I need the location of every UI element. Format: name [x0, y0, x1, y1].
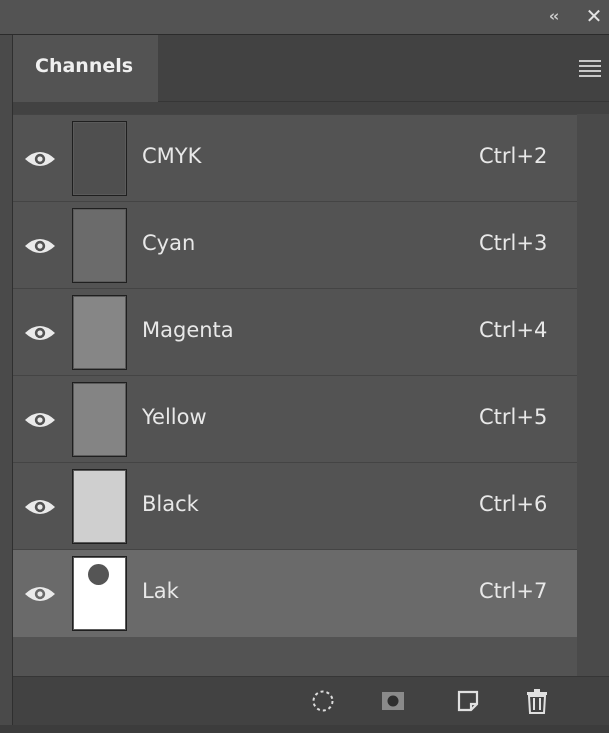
channel-shortcut: Ctrl+7	[479, 579, 548, 603]
new-page-icon	[457, 690, 479, 712]
channel-row-lak[interactable]: Lak Ctrl+7	[13, 549, 577, 637]
collapse-panel-button[interactable]: ‹‹	[541, 6, 565, 26]
channel-shortcut: Ctrl+5	[479, 405, 548, 429]
channel-name: Lak	[142, 579, 179, 603]
eye-icon[interactable]	[24, 149, 56, 169]
channel-toolbar	[13, 676, 609, 726]
channel-thumbnail	[72, 469, 127, 544]
channel-name: Yellow	[142, 405, 207, 429]
panel-tab-row: Channels	[13, 35, 609, 102]
dotted-circle-icon	[312, 690, 334, 712]
channel-thumbnail	[72, 382, 127, 457]
save-selection-button[interactable]	[379, 687, 407, 715]
channel-shortcut: Ctrl+6	[479, 492, 548, 516]
channel-name: Black	[142, 492, 199, 516]
tab-channels-label: Channels	[35, 55, 134, 77]
delete-channel-button[interactable]	[523, 687, 551, 715]
trash-icon	[527, 689, 547, 714]
channel-name: Cyan	[142, 231, 196, 255]
eye-icon[interactable]	[24, 323, 56, 343]
tab-channels[interactable]: Channels	[13, 35, 158, 102]
channel-shortcut: Ctrl+3	[479, 231, 548, 255]
channel-row-black[interactable]: Black Ctrl+6	[13, 462, 577, 550]
eye-icon[interactable]	[24, 584, 56, 604]
eye-icon[interactable]	[24, 410, 56, 430]
scrollbar[interactable]	[577, 114, 609, 676]
channel-list: CMYK Ctrl+2 Cyan Ctrl+3 Magenta Ctrl+4 Y…	[13, 114, 577, 676]
channel-row-yellow[interactable]: Yellow Ctrl+5	[13, 375, 577, 463]
mask-icon	[382, 692, 404, 710]
panel-footer-edge	[0, 725, 609, 733]
load-selection-button[interactable]	[309, 687, 337, 715]
channel-row-magenta[interactable]: Magenta Ctrl+4	[13, 288, 577, 376]
spot-dot-icon	[88, 564, 109, 585]
channel-name: CMYK	[142, 144, 202, 168]
close-panel-button[interactable]: ✕	[582, 5, 606, 27]
channel-thumbnail	[72, 295, 127, 370]
channel-shortcut: Ctrl+4	[479, 318, 548, 342]
eye-icon[interactable]	[24, 236, 56, 256]
new-channel-button[interactable]	[454, 687, 482, 715]
panel-menu-icon[interactable]	[579, 60, 601, 77]
panel-title-bar: ‹‹ ✕	[0, 0, 609, 35]
channel-row-cmyk[interactable]: CMYK Ctrl+2	[13, 114, 577, 202]
channel-thumbnail	[72, 208, 127, 283]
channel-thumbnail	[72, 556, 127, 631]
channel-name: Magenta	[142, 318, 234, 342]
eye-icon[interactable]	[24, 497, 56, 517]
channels-panel: Channels CMYK Ctrl+2 Cyan Ctrl+3 Magenta…	[12, 35, 609, 726]
channel-row-cyan[interactable]: Cyan Ctrl+3	[13, 201, 577, 289]
channel-thumbnail	[72, 121, 127, 196]
channel-shortcut: Ctrl+2	[479, 144, 548, 168]
